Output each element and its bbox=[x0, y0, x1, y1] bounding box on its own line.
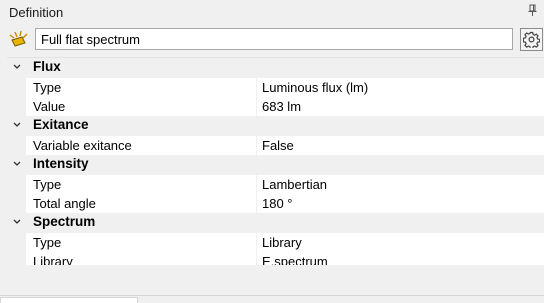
property-name: Type bbox=[33, 177, 62, 192]
property-name: Variable exitance bbox=[33, 138, 132, 153]
property-row[interactable]: Type Library bbox=[7, 233, 544, 252]
chevron-down-icon[interactable] bbox=[9, 214, 25, 230]
light-source-icon bbox=[8, 29, 30, 51]
category-flux[interactable]: Flux bbox=[7, 58, 544, 78]
property-value[interactable]: 683 lm bbox=[262, 99, 301, 114]
property-name: Type bbox=[33, 80, 62, 95]
property-name: Value bbox=[33, 99, 66, 114]
category-exitance[interactable]: Exitance bbox=[7, 116, 544, 136]
description-area bbox=[0, 265, 544, 303]
property-row[interactable]: Value 683 lm bbox=[7, 97, 544, 116]
category-spectrum[interactable]: Spectrum bbox=[7, 213, 544, 233]
chevron-down-icon[interactable] bbox=[9, 59, 25, 75]
property-row[interactable]: Type Lambertian bbox=[7, 175, 544, 194]
property-row[interactable]: Total angle 180 ° bbox=[7, 194, 544, 213]
property-value[interactable]: False bbox=[262, 138, 294, 153]
category-intensity[interactable]: Intensity bbox=[7, 155, 544, 175]
pin-icon[interactable] bbox=[527, 3, 539, 19]
panel-title: Definition bbox=[9, 5, 64, 20]
divider bbox=[0, 295, 544, 296]
chevron-down-icon[interactable] bbox=[9, 117, 25, 133]
property-value[interactable]: Lambertian bbox=[262, 177, 327, 192]
source-name-field[interactable] bbox=[35, 28, 513, 50]
property-row[interactable]: Variable exitance False bbox=[7, 136, 544, 155]
property-row[interactable]: Type Luminous flux (lm) bbox=[7, 78, 544, 97]
property-name: Type bbox=[33, 235, 62, 250]
panel-titlebar: Definition bbox=[0, 0, 544, 26]
property-value[interactable]: 180 ° bbox=[262, 196, 293, 211]
property-value[interactable]: Luminous flux (lm) bbox=[262, 80, 368, 95]
chevron-down-icon[interactable] bbox=[9, 156, 25, 172]
settings-button[interactable] bbox=[520, 28, 543, 51]
category-label: Exitance bbox=[33, 117, 89, 132]
gear-icon bbox=[523, 31, 540, 48]
property-grid: Flux Type Luminous flux (lm) Value 683 l… bbox=[7, 57, 544, 271]
property-value[interactable]: Library bbox=[262, 235, 302, 250]
source-name-bar bbox=[0, 27, 544, 53]
property-name: Total angle bbox=[33, 196, 96, 211]
category-label: Intensity bbox=[33, 156, 89, 171]
category-label: Spectrum bbox=[33, 214, 96, 229]
category-label: Flux bbox=[33, 59, 61, 74]
bottom-tab[interactable] bbox=[0, 297, 138, 303]
